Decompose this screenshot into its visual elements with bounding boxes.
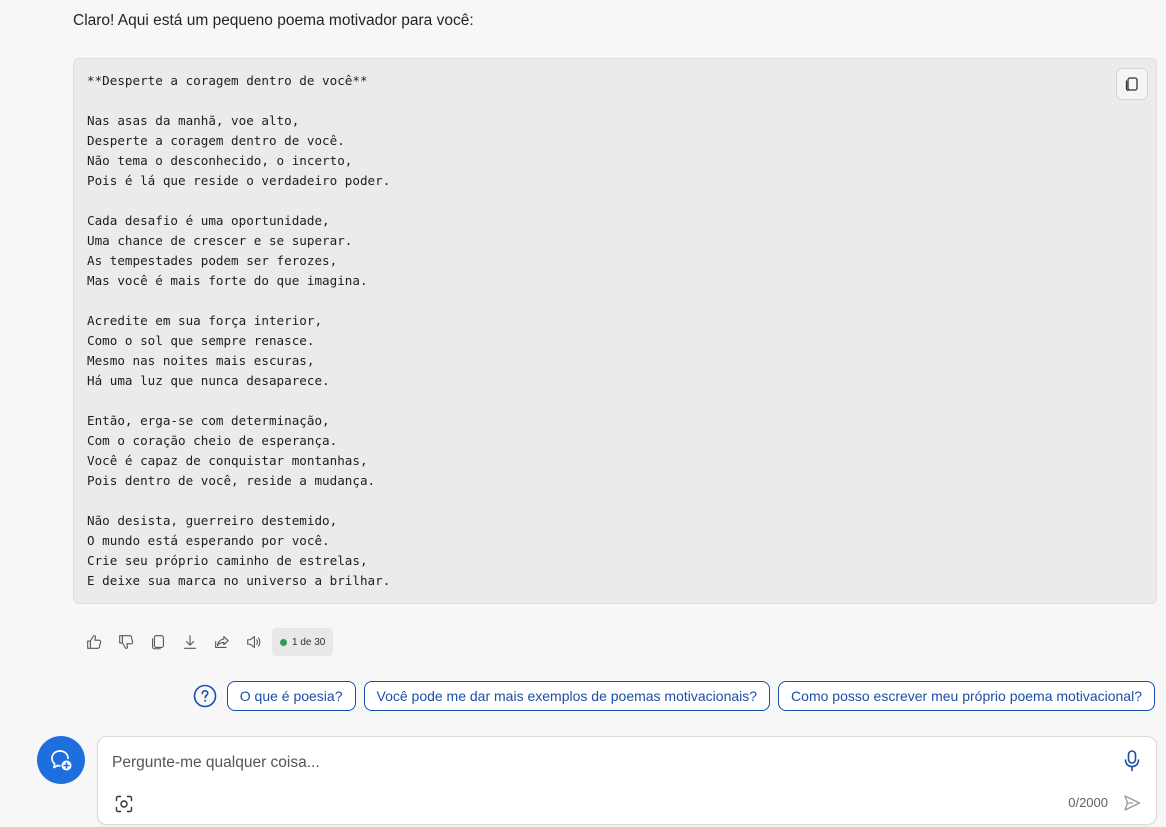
assistant-intro-text: Claro! Aqui está um pequeno poema motiva… bbox=[73, 12, 474, 29]
send-icon[interactable] bbox=[1122, 793, 1142, 813]
dislike-button[interactable] bbox=[110, 628, 142, 656]
chat-page: Claro! Aqui está um pequeno poema motiva… bbox=[0, 0, 1166, 827]
copy-icon bbox=[1125, 77, 1138, 92]
share-button[interactable] bbox=[206, 628, 238, 656]
new-topic-button[interactable] bbox=[37, 736, 85, 784]
new-chat-icon bbox=[51, 750, 72, 771]
export-button[interactable] bbox=[174, 628, 206, 656]
poem-code-block: **Desperte a coragem dentro de você** Na… bbox=[73, 58, 1157, 604]
read-aloud-button[interactable] bbox=[238, 628, 270, 656]
message-actions: 1 de 30 bbox=[78, 628, 334, 656]
response-counter-label: 1 de 30 bbox=[292, 636, 326, 648]
response-counter: 1 de 30 bbox=[272, 628, 334, 656]
suggestion-bar: O que é poesia? Você pode me dar mais ex… bbox=[193, 681, 1155, 711]
copy-code-button[interactable] bbox=[1116, 68, 1148, 100]
share-icon bbox=[215, 636, 229, 648]
thumbs-up-icon bbox=[87, 635, 102, 649]
like-button[interactable] bbox=[78, 628, 110, 656]
question-icon[interactable] bbox=[193, 684, 217, 708]
poem-text: **Desperte a coragem dentro de você** Na… bbox=[87, 73, 391, 588]
copy-icon bbox=[152, 635, 164, 650]
copy-response-button[interactable] bbox=[142, 628, 174, 656]
suggestion-chip[interactable]: Como posso escrever meu próprio poema mo… bbox=[778, 681, 1155, 711]
chat-composer: 0/2000 bbox=[97, 736, 1157, 825]
suggestion-chip[interactable]: Você pode me dar mais exemplos de poemas… bbox=[363, 681, 771, 711]
status-dot bbox=[280, 638, 287, 646]
suggestion-chip[interactable]: O que é poesia? bbox=[226, 681, 356, 711]
microphone-icon[interactable] bbox=[1122, 749, 1142, 773]
character-count: 0/2000 bbox=[1068, 795, 1108, 810]
thumbs-down-icon bbox=[119, 635, 134, 649]
speaker-icon bbox=[247, 636, 261, 648]
prompt-input[interactable] bbox=[112, 751, 1092, 775]
visual-search-icon[interactable] bbox=[114, 794, 134, 814]
download-icon bbox=[184, 635, 196, 649]
